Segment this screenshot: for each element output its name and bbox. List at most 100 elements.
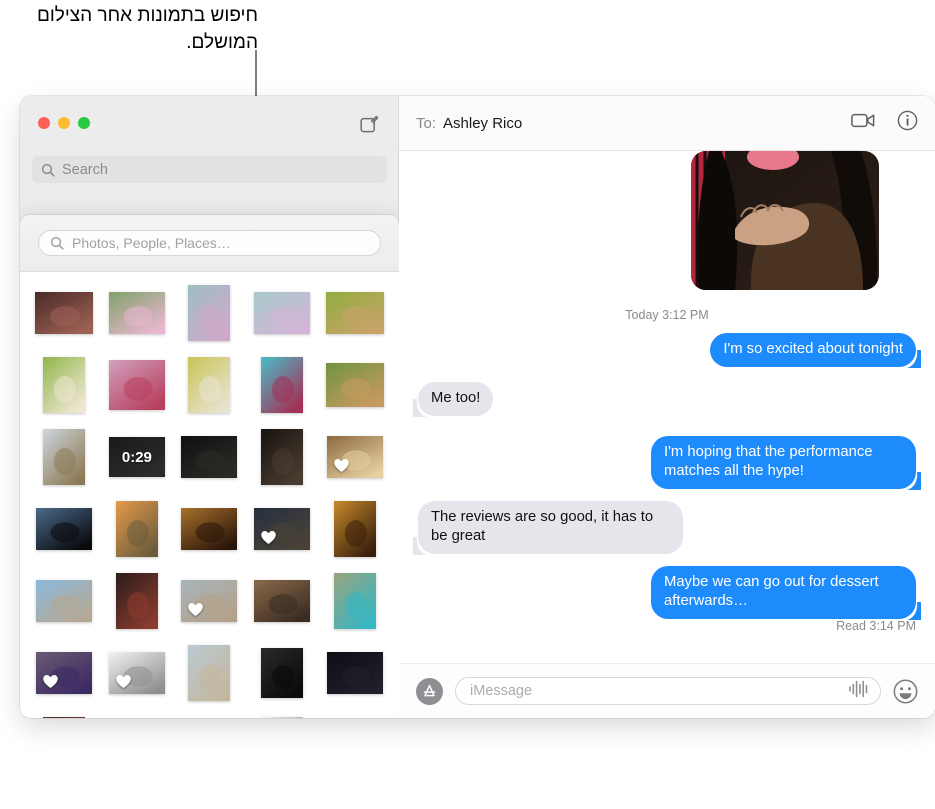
emoji-smiley-icon[interactable] — [893, 679, 918, 704]
message-bubble-outgoing-3[interactable]: Maybe we can go out for dessert afterwar… — [651, 566, 921, 620]
photo-thumbnail-dark-house-night[interactable] — [181, 436, 238, 478]
photo-thumbnail-woman-lamp-interior[interactable] — [181, 508, 238, 550]
recipient-name[interactable]: Ashley Rico — [443, 115, 522, 132]
photo-thumbnail-image — [35, 292, 94, 334]
photo-picker-header: Photos, People, Places… — [20, 215, 399, 272]
photo-thumbnail-portrait-man-dark[interactable] — [261, 429, 304, 485]
photo-thumbnail-silhouette-purple-light[interactable] — [36, 652, 93, 694]
photo-thumbnail-bw-portrait-smiling[interactable] — [261, 717, 304, 718]
favorite-heart-icon — [115, 673, 132, 689]
video-duration-badge: 0:29 — [121, 448, 152, 466]
photo-thumbnail-image — [43, 717, 86, 718]
photo-thumbnail-image — [325, 292, 384, 334]
photo-thumbnail-horizon-glow-night[interactable] — [261, 648, 304, 698]
photo-thumbnail-coastline-dusk[interactable] — [36, 508, 93, 550]
photo-grid-row — [28, 570, 391, 632]
favorite-heart-icon — [260, 529, 277, 545]
photo-thumbnail-image — [115, 573, 158, 629]
photo-thumbnail-image — [36, 508, 93, 550]
photo-grid-row — [28, 714, 391, 718]
photo-thumbnail-image — [108, 292, 165, 334]
message-bubble-outgoing-2[interactable]: I'm hoping that the performance matches … — [651, 436, 921, 490]
photo-thumbnail-breakfast-plate-green-napkin[interactable] — [43, 357, 86, 413]
photo-grid-row — [28, 282, 391, 344]
photo-thumbnail-figure-on-dune-misty[interactable] — [181, 580, 238, 622]
photo-thumbnail-figure-dark-blue-night[interactable] — [326, 652, 383, 694]
photo-thumbnail-image — [254, 580, 311, 622]
imessage-input[interactable]: iMessage — [455, 677, 881, 705]
photo-thumbnail-woman-sitting-dark-red[interactable] — [115, 573, 158, 629]
photo-thumbnail-image — [326, 652, 383, 694]
photo-thumbnail-hotel-lobby-warm[interactable] — [326, 436, 383, 478]
search-icon — [41, 163, 55, 177]
photo-thumbnail-image — [188, 285, 231, 341]
photo-thumbnail-tree-desert-night[interactable] — [254, 508, 311, 550]
photo-thumbnail-image — [181, 508, 238, 550]
app-store-icon[interactable] — [416, 677, 443, 705]
photo-message-attachment[interactable] — [691, 151, 879, 290]
minimize-button[interactable] — [58, 117, 70, 129]
title-bar — [20, 96, 398, 151]
photo-thumbnail-night-city-video[interactable]: 0:29 — [108, 437, 165, 477]
photo-thumbnail-pool-rocks-turquoise[interactable] — [333, 573, 376, 629]
photo-thumbnail-selfie-with-dessert[interactable] — [35, 292, 94, 334]
photo-thumbnail-pastry-yellow-green-cloth[interactable] — [188, 357, 231, 413]
zoom-button[interactable] — [78, 117, 90, 129]
photo-thumbnail-woman-red-jacket-phone[interactable] — [43, 717, 86, 718]
read-receipt: Read 3:14 PM — [836, 619, 916, 633]
photo-thumbnail-image — [36, 580, 93, 622]
close-button[interactable] — [38, 117, 50, 129]
photo-thumbnail-macaron-stack-cake-stand[interactable] — [108, 292, 165, 334]
photo-picker-popover: Photos, People, Places… 0:29 — [20, 215, 399, 718]
messages-window: Search Photos, People, Places… 0:29 To: … — [20, 96, 935, 718]
to-label: To: — [416, 114, 437, 132]
photo-thumbnail-dune-blue-sky[interactable] — [36, 580, 93, 622]
photo-thumbnail-image — [261, 429, 304, 485]
photo-thumbnail-image — [261, 357, 304, 413]
photo-grid-row — [28, 354, 391, 416]
photo-thumbnail-sunset-branches[interactable] — [115, 501, 158, 557]
photo-thumbnail-raspberry-cake-teal-wall[interactable] — [261, 357, 304, 413]
photo-thumbnail-sunrise-grass-field[interactable] — [43, 429, 86, 485]
favorite-heart-icon — [42, 673, 59, 689]
photo-thumbnail-berry-cake-pink-table[interactable] — [108, 360, 165, 410]
photo-thumbnail-macarons-bowl-teal[interactable] — [188, 285, 231, 341]
conversation-pane: To: Ashley Rico Today 3:12 PM I'm so exc… — [399, 96, 935, 718]
photo-thumbnail-image — [115, 501, 158, 557]
photo-thumbnail-image — [188, 357, 231, 413]
photo-grid: 0:29 — [20, 272, 399, 718]
header-actions — [851, 110, 918, 136]
photo-thumbnail-image — [325, 363, 384, 407]
photo-thumbnail-bw-portrait-woman-hat[interactable] — [108, 652, 165, 694]
photo-thumbnail-warm-room-window[interactable] — [333, 501, 376, 557]
photo-thumbnail-image — [43, 357, 86, 413]
photo-thumbnail-image — [333, 573, 376, 629]
photo-grid-row — [28, 642, 391, 704]
compose-pencil-square-icon[interactable] — [358, 113, 380, 135]
audio-waveform-icon[interactable] — [848, 680, 870, 703]
favorite-heart-icon — [187, 601, 204, 617]
photo-search-input[interactable]: Photos, People, Places… — [38, 230, 381, 256]
sidebar: Search Photos, People, Places… 0:29 — [20, 96, 399, 718]
message-bubble-incoming-1[interactable]: Me too! — [413, 382, 494, 417]
window-controls — [38, 117, 90, 129]
message-bubble-incoming-2[interactable]: The reviews are so good, it has to be gr… — [413, 501, 683, 555]
photo-thumbnail-pastry-platter-green[interactable] — [325, 292, 384, 334]
info-circle-icon[interactable] — [897, 110, 918, 136]
message-bubble-outgoing-1[interactable]: I'm so excited about tonight — [710, 333, 921, 368]
conversation-header: To: Ashley Rico — [399, 96, 935, 151]
photo-search-placeholder: Photos, People, Places… — [72, 235, 231, 251]
sidebar-search-input[interactable]: Search — [32, 156, 387, 183]
conversation-timestamp: Today 3:12 PM — [625, 308, 709, 322]
video-camera-icon[interactable] — [851, 112, 876, 134]
photo-thumbnail-boy-sitting-dune[interactable] — [188, 645, 231, 701]
photo-thumbnail-pastries-teal-plate[interactable] — [325, 363, 384, 407]
imessage-placeholder: iMessage — [470, 683, 533, 699]
photo-thumbnail-macarons-plate-mint[interactable] — [254, 292, 311, 334]
photo-thumbnail-woman-sunset-dune[interactable] — [254, 580, 311, 622]
message-list: Today 3:12 PM I'm so excited about tonig… — [399, 151, 935, 663]
photo-thumbnail-image — [254, 292, 311, 334]
photo-grid-row — [28, 498, 391, 560]
photo-thumbnail-image — [261, 717, 304, 718]
favorite-heart-icon — [333, 457, 350, 473]
